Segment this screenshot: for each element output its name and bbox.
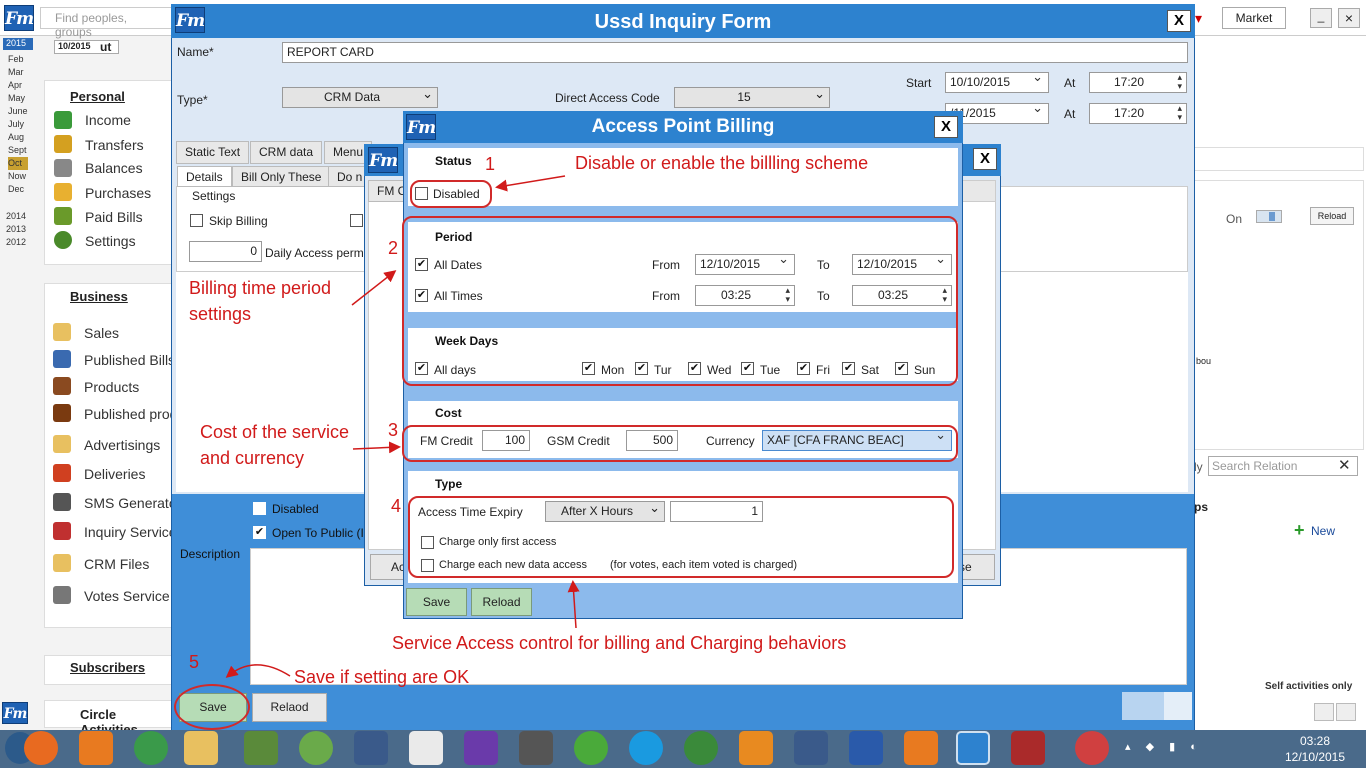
- apps-icon[interactable]: [409, 731, 443, 765]
- editor-icon[interactable]: [244, 731, 278, 765]
- annotation-number-2: 2: [388, 238, 399, 258]
- annotation-number-5: 5: [189, 652, 200, 672]
- firefox-icon[interactable]: [24, 731, 58, 765]
- monitor-icon[interactable]: [794, 731, 828, 765]
- annotation-number-4: 4: [391, 496, 402, 516]
- pdf2-icon[interactable]: [904, 731, 938, 765]
- visual-studio-icon[interactable]: [464, 731, 498, 765]
- explorer-icon[interactable]: [184, 731, 218, 765]
- vlc-icon[interactable]: [739, 731, 773, 765]
- word-icon[interactable]: [849, 731, 883, 765]
- pdf-icon[interactable]: [79, 731, 113, 765]
- annotation-text-3b: and currency: [200, 448, 305, 468]
- annotation-text-1: Disable or enable the billling scheme: [575, 153, 869, 173]
- annotation-text-3a: Cost of the service: [200, 422, 350, 442]
- download-icon[interactable]: [684, 731, 718, 765]
- access-icon[interactable]: [1011, 731, 1045, 765]
- skype-icon[interactable]: [629, 731, 663, 765]
- annotation-text-4: Service Access control for billing and C…: [392, 633, 847, 653]
- annotation-number-3: 3: [388, 420, 399, 440]
- annotation-number-1: 1: [485, 154, 496, 174]
- tray-icons: ▴ ◆ ▮ ◐: [1125, 741, 1203, 753]
- network-icon[interactable]: [354, 731, 388, 765]
- spring-icon[interactable]: [299, 731, 333, 765]
- clock-date: 12/10/2015: [1284, 750, 1346, 764]
- recorder-icon[interactable]: [1075, 731, 1109, 765]
- annotation-text-2a: Billing time period: [189, 278, 332, 298]
- utorrent-icon[interactable]: [574, 731, 608, 765]
- chrome-icon[interactable]: [134, 731, 168, 765]
- sublime-icon[interactable]: [519, 731, 553, 765]
- clock-time: 03:28: [1299, 734, 1331, 748]
- fm-taskbar-icon[interactable]: [956, 731, 990, 765]
- annotation-text-5: Save if setting are OK: [294, 667, 470, 687]
- annotation-text-2b: settings: [189, 304, 252, 324]
